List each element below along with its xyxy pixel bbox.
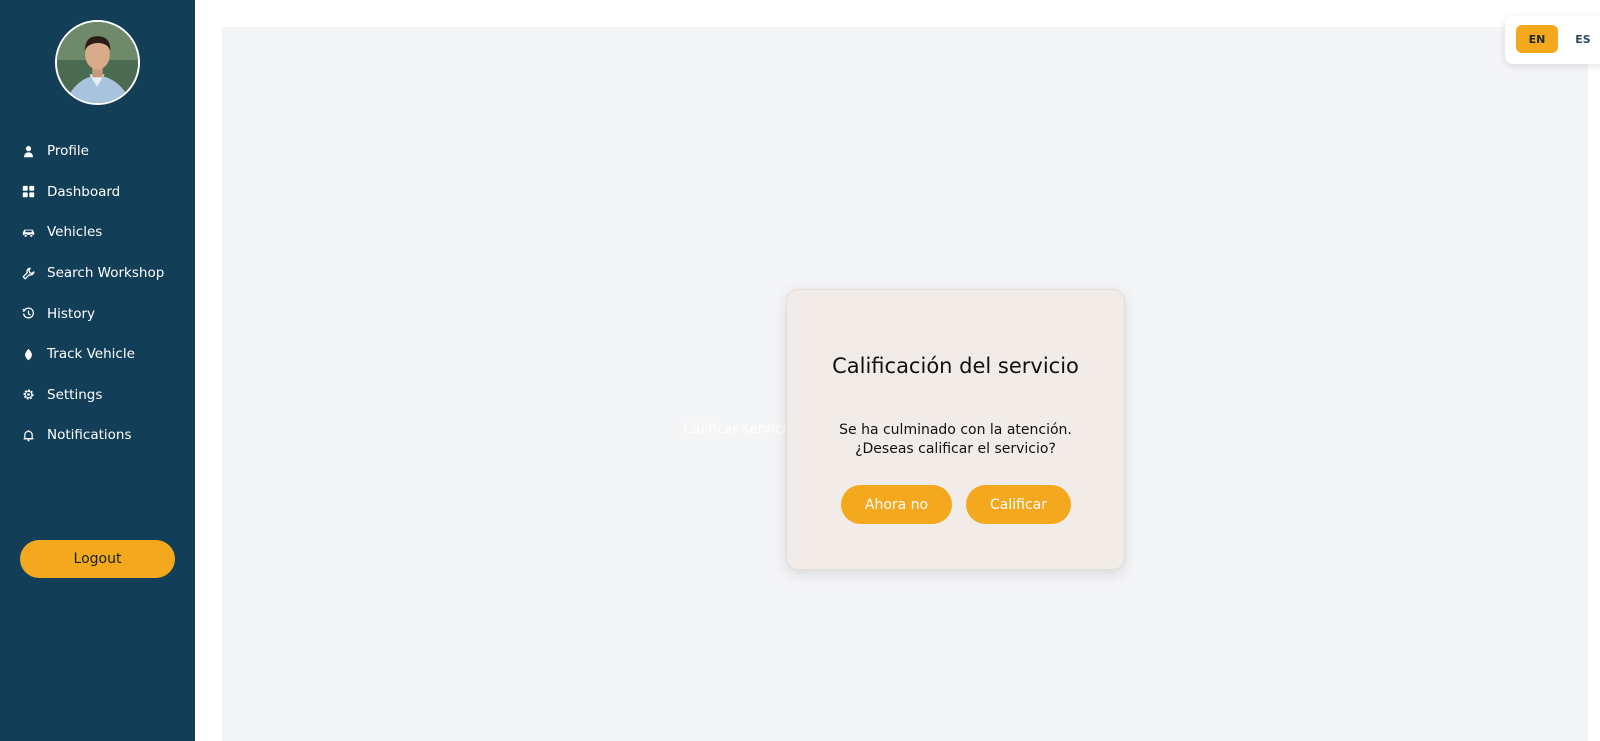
sidebar-item-search-workshop[interactable]: Search Workshop	[0, 253, 195, 294]
rating-dialog: Calificación del servicio Se ha culminad…	[786, 289, 1125, 570]
language-en-button[interactable]: EN	[1516, 25, 1558, 53]
sidebar-nav: Profile Dashboard Vehicles Search Worksh…	[0, 131, 195, 456]
sidebar-item-history[interactable]: History	[0, 293, 195, 334]
sidebar-item-profile[interactable]: Profile	[0, 131, 195, 172]
not-now-button[interactable]: Ahora no	[841, 485, 952, 524]
sidebar-item-track-vehicle[interactable]: Track Vehicle	[0, 334, 195, 375]
dialog-title: Calificación del servicio	[832, 354, 1079, 378]
sidebar: Profile Dashboard Vehicles Search Worksh…	[0, 0, 195, 741]
sidebar-item-label: Search Workshop	[47, 265, 165, 282]
location-icon	[20, 346, 36, 362]
rate-service-text: Calificar servicio	[683, 421, 795, 437]
sidebar-item-settings[interactable]: Settings	[0, 375, 195, 416]
dialog-message: Se ha culminado con la atención. ¿Deseas…	[787, 421, 1124, 459]
sidebar-item-label: Settings	[47, 386, 103, 403]
avatar[interactable]	[55, 20, 140, 105]
grid-icon	[20, 184, 36, 200]
gear-icon	[20, 387, 36, 403]
sidebar-item-label: Profile	[47, 143, 89, 160]
dialog-message-line: ¿Deseas calificar el servicio?	[855, 441, 1056, 457]
language-es-button[interactable]: ES	[1563, 25, 1600, 53]
car-icon	[20, 224, 36, 240]
wrench-icon	[20, 265, 36, 281]
sidebar-item-vehicles[interactable]: Vehicles	[0, 212, 195, 253]
logout-button[interactable]: Logout	[20, 540, 175, 578]
avatar-image	[57, 22, 138, 103]
sidebar-item-label: Dashboard	[47, 183, 121, 200]
dialog-message-line: Se ha culminado con la atención.	[839, 422, 1072, 438]
rate-button[interactable]: Calificar	[966, 485, 1071, 524]
sidebar-item-label: History	[47, 305, 96, 322]
sidebar-item-label: Vehicles	[47, 224, 103, 241]
sidebar-item-label: Notifications	[47, 427, 132, 444]
sidebar-item-dashboard[interactable]: Dashboard	[0, 172, 195, 213]
language-switcher: EN ES	[1505, 16, 1600, 64]
sidebar-item-label: Track Vehicle	[47, 346, 135, 363]
user-icon	[20, 143, 36, 159]
bell-icon	[20, 427, 36, 443]
sidebar-item-notifications[interactable]: Notifications	[0, 415, 195, 456]
history-icon	[20, 306, 36, 322]
